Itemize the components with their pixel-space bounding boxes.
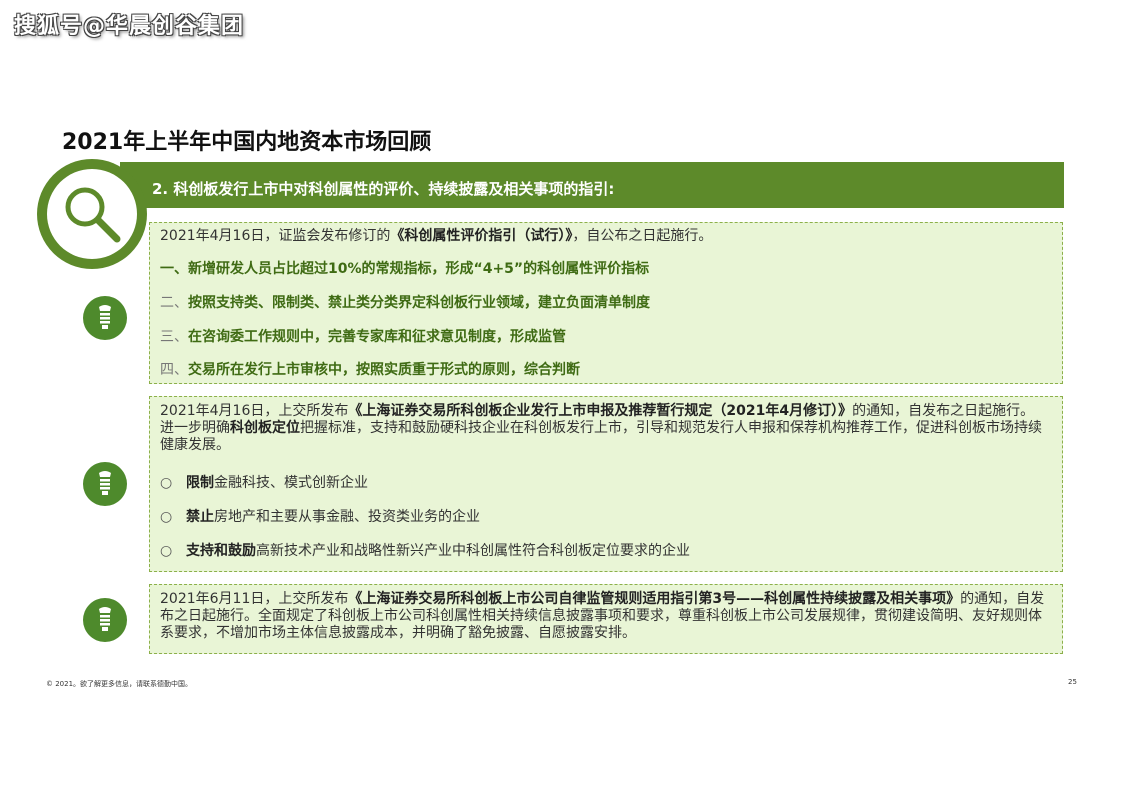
- box3-prefix: 2021年6月11日，上交所发布: [160, 591, 349, 607]
- bullet-text: 高新技术产业和战略性新兴产业中科创属性符合科创板定位要求的企业: [256, 543, 690, 559]
- lightbulb-icon: [83, 598, 127, 642]
- bullet-keyword: 禁止: [186, 509, 214, 525]
- item-text: 按照支持类、限制类、禁止类分类界定科创板行业领域，建立负面清单制度: [188, 295, 650, 311]
- item-number: 四、: [160, 362, 188, 378]
- box2-title: 《上海证券交易所科创板企业发行上市申报及推荐暂行规定（2021年4月修订）》: [348, 403, 853, 419]
- page-number: 25: [1068, 678, 1077, 686]
- box1-item-1: 一、新增研发人员占比超过10%的常规指标，形成“4+5”的科创属性评价指标: [160, 261, 649, 278]
- lightbulb-icon: [83, 462, 127, 506]
- bullet-keyword: 限制: [186, 475, 214, 491]
- box1-intro-title: 《科创属性评价指引（试行）》: [390, 228, 573, 244]
- item-number: 一、: [160, 261, 188, 277]
- box3-title: 《上海证券交易所科创板上市公司自律监管规则适用指引第3号——科创属性持续披露及相…: [348, 591, 961, 607]
- box1-intro-prefix: 2021年4月16日，证监会发布修订的: [160, 228, 391, 244]
- item-number: 三、: [160, 329, 188, 345]
- box1-intro: 2021年4月16日，证监会发布修订的《科创属性评价指引（试行）》，自公布之日起…: [160, 228, 712, 245]
- box1-intro-suffix: ，自公布之日起施行。: [572, 228, 713, 244]
- page-title: 2021年上半年中国内地资本市场回顾: [62, 130, 432, 155]
- box2-prefix: 2021年4月16日，上交所发布: [160, 403, 349, 419]
- bullet-keyword: 支持和鼓励: [186, 543, 256, 559]
- guideline-box-2: 2021年4月16日，上交所发布《上海证券交易所科创板企业发行上市申报及推荐暂行…: [149, 396, 1063, 572]
- guideline-box-3: 2021年6月11日，上交所发布《上海证券交易所科创板上市公司自律监管规则适用指…: [149, 584, 1063, 654]
- footer-copyright: © 2021。欲了解更多信息，请联系德勤中国。: [46, 680, 193, 688]
- box1-item-3: 三、在咨询委工作规则中，完善专家库和征求意见制度，形成监管: [160, 329, 566, 346]
- box2-bullet-1: ○ 限制金融科技、模式创新企业: [160, 475, 368, 492]
- magnifier-icon: [47, 169, 137, 259]
- item-text: 交易所在发行上市审核中，按照实质重于形式的原则，综合判断: [188, 362, 580, 378]
- box1-item-2: 二、按照支持类、限制类、禁止类分类界定科创板行业领域，建立负面清单制度: [160, 295, 650, 312]
- box2-bullet-3: ○ 支持和鼓励高新技术产业和战略性新兴产业中科创属性符合科创板定位要求的企业: [160, 543, 690, 560]
- bullet-icon: ○: [160, 543, 173, 559]
- box2-paragraph: 2021年4月16日，上交所发布《上海证券交易所科创板企业发行上市申报及推荐暂行…: [160, 403, 1048, 454]
- bullet-text: 金融科技、模式创新企业: [214, 475, 368, 491]
- box1-item-4: 四、交易所在发行上市审核中，按照实质重于形式的原则，综合判断: [160, 362, 580, 379]
- section-header: 2. 科创板发行上市中对科创属性的评价、持续披露及相关事项的指引:: [152, 180, 615, 198]
- bullet-text: 房地产和主要从事金融、投资类业务的企业: [214, 509, 480, 525]
- bullet-icon: ○: [160, 509, 173, 525]
- bullet-icon: ○: [160, 475, 173, 491]
- guideline-box-1: 2021年4月16日，证监会发布修订的《科创属性评价指引（试行）》，自公布之日起…: [149, 222, 1063, 384]
- item-text: 新增研发人员占比超过10%的常规指标，形成“4+5”的科创属性评价指标: [188, 261, 650, 277]
- box2-keyword: 科创板定位: [230, 420, 300, 436]
- box2-bullet-2: ○ 禁止房地产和主要从事金融、投资类业务的企业: [160, 509, 480, 526]
- watermark: 搜狐号@华晨创谷集团: [14, 14, 245, 39]
- item-number: 二、: [160, 295, 188, 311]
- item-text: 在咨询委工作规则中，完善专家库和征求意见制度，形成监管: [188, 329, 566, 345]
- lightbulb-icon: [83, 296, 127, 340]
- box3-paragraph: 2021年6月11日，上交所发布《上海证券交易所科创板上市公司自律监管规则适用指…: [160, 591, 1048, 642]
